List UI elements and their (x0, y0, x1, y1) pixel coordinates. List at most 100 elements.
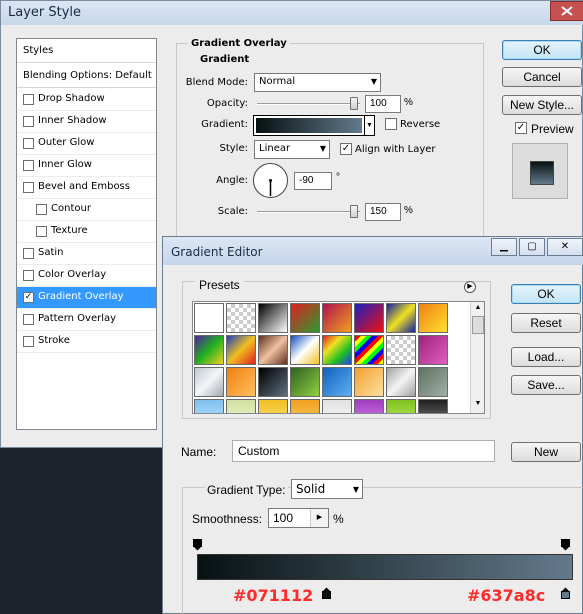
preset-swatch[interactable] (258, 303, 288, 333)
preset-swatch[interactable] (194, 335, 224, 365)
style-item-satin[interactable]: Satin (17, 243, 156, 265)
style-item-outer-glow[interactable]: Outer Glow (17, 133, 156, 155)
preset-swatch[interactable] (418, 335, 448, 365)
preset-swatch[interactable] (354, 367, 384, 397)
preview-checkbox[interactable]: ✓ (515, 122, 527, 134)
scroll-down-icon[interactable]: ▼ (472, 400, 484, 410)
style-item-checkbox[interactable] (23, 248, 34, 259)
style-item-drop-shadow[interactable]: Drop Shadow (17, 89, 156, 111)
preset-swatch[interactable] (354, 399, 384, 413)
preset-swatch[interactable] (258, 367, 288, 397)
preset-swatch[interactable] (386, 303, 416, 333)
style-item-color-overlay[interactable]: Color Overlay (17, 265, 156, 287)
preset-swatch[interactable] (290, 335, 320, 365)
style-item-checkbox[interactable] (36, 204, 47, 215)
new-button[interactable]: New (511, 442, 581, 462)
chevron-down-icon[interactable]: ▼ (364, 116, 374, 135)
style-item-checkbox[interactable] (23, 314, 34, 325)
maximize-button[interactable]: ▢ (519, 238, 545, 256)
align-with-layer-checkbox[interactable]: ✓ (340, 143, 352, 155)
style-item-inner-glow[interactable]: Inner Glow (17, 155, 156, 177)
opacity-stop-left[interactable] (193, 539, 202, 551)
preset-swatch[interactable] (194, 399, 224, 413)
layer-style-titlebar[interactable]: Layer Style (1, 1, 583, 25)
angle-input[interactable]: -90 (294, 172, 332, 190)
preset-swatch[interactable] (322, 399, 352, 413)
save-button[interactable]: Save... (511, 375, 581, 395)
preset-swatch[interactable] (226, 303, 256, 333)
style-item-checkbox[interactable] (23, 336, 34, 347)
gradient-bar[interactable] (197, 554, 573, 580)
preset-swatch[interactable] (386, 367, 416, 397)
preset-swatch[interactable] (194, 367, 224, 397)
color-stop-right[interactable] (561, 587, 570, 599)
smoothness-input[interactable]: 100 ▶ (268, 508, 329, 528)
preset-swatch[interactable] (290, 367, 320, 397)
preset-swatch[interactable] (258, 399, 288, 413)
angle-dial[interactable] (253, 163, 288, 198)
style-item-gradient-overlay[interactable]: ✓ Gradient Overlay (17, 287, 156, 309)
minimize-button[interactable]: ▁ (491, 238, 517, 256)
preset-swatch[interactable] (386, 399, 416, 413)
preset-swatch[interactable] (322, 335, 352, 365)
opacity-stop-right[interactable] (561, 539, 570, 551)
preset-swatch[interactable] (226, 367, 256, 397)
style-item-inner-shadow[interactable]: Inner Shadow (17, 111, 156, 133)
opacity-slider-thumb[interactable] (350, 97, 358, 110)
color-stop-left[interactable] (322, 587, 331, 599)
preset-swatch[interactable] (354, 335, 384, 365)
opacity-slider-track[interactable] (257, 103, 360, 105)
chevron-right-icon[interactable]: ▶ (310, 509, 328, 527)
style-item-checkbox[interactable] (23, 182, 34, 193)
close-button[interactable] (550, 1, 583, 21)
style-item-contour[interactable]: Contour (17, 199, 156, 221)
preset-swatch[interactable] (290, 303, 320, 333)
style-item-checkbox[interactable] (23, 116, 34, 127)
scroll-thumb[interactable] (472, 316, 484, 334)
new-style-button[interactable]: New Style... (502, 95, 582, 115)
close-button[interactable]: ✕ (547, 238, 583, 256)
style-item-pattern-overlay[interactable]: Pattern Overlay (17, 309, 156, 331)
preset-swatch[interactable] (418, 399, 448, 413)
style-item-checkbox[interactable] (23, 270, 34, 281)
preset-swatch[interactable] (322, 303, 352, 333)
scale-input[interactable]: 150 (365, 203, 401, 221)
preset-swatch[interactable] (386, 335, 416, 365)
blend-mode-select[interactable]: Normal ▼ (254, 73, 381, 92)
reverse-checkbox[interactable] (385, 118, 397, 130)
preset-swatch[interactable] (226, 399, 256, 413)
preset-swatch[interactable] (194, 303, 224, 333)
style-item-checkbox[interactable] (23, 94, 34, 105)
preset-swatch[interactable] (322, 367, 352, 397)
style-item-stroke[interactable]: Stroke (17, 331, 156, 353)
presets-menu-icon[interactable]: ▶ (464, 281, 476, 293)
name-input[interactable]: Custom (232, 440, 495, 462)
preset-swatch[interactable] (226, 335, 256, 365)
style-item-checkbox[interactable] (36, 226, 47, 237)
styles-header[interactable]: Styles (17, 39, 156, 63)
style-item-bevel-and-emboss[interactable]: Bevel and Emboss (17, 177, 156, 199)
ok-button[interactable]: OK (511, 284, 581, 304)
style-item-checkbox[interactable]: ✓ (23, 292, 34, 303)
scale-slider-track[interactable] (257, 211, 360, 213)
preset-swatch[interactable] (354, 303, 384, 333)
preset-swatch[interactable] (290, 399, 320, 413)
gradient-type-select[interactable]: Solid ▼ (291, 479, 363, 499)
preset-swatch[interactable] (258, 335, 288, 365)
style-item-checkbox[interactable] (23, 138, 34, 149)
reset-button[interactable]: Reset (511, 313, 581, 333)
preset-swatch[interactable] (418, 303, 448, 333)
style-select[interactable]: Linear ▼ (254, 140, 330, 159)
style-item-checkbox[interactable] (23, 160, 34, 171)
opacity-input[interactable]: 100 (365, 95, 401, 113)
ok-button[interactable]: OK (502, 40, 582, 60)
blending-options-item[interactable]: Blending Options: Default (17, 64, 156, 88)
style-item-texture[interactable]: Texture (17, 221, 156, 243)
gradient-picker[interactable]: ▼ (253, 115, 375, 136)
scroll-up-icon[interactable]: ▲ (472, 304, 484, 314)
load-button[interactable]: Load... (511, 347, 581, 367)
swatch-scrollbar[interactable]: ▲ ▼ (470, 302, 484, 413)
cancel-button[interactable]: Cancel (502, 67, 582, 87)
preset-swatch[interactable] (418, 367, 448, 397)
scale-slider-thumb[interactable] (350, 205, 358, 218)
